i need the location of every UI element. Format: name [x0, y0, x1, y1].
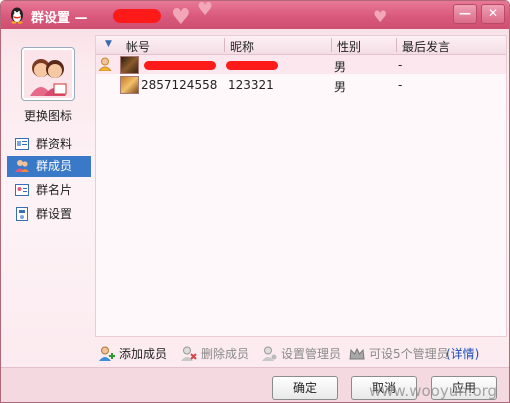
title-bar[interactable]: 群设置 — ♥ ♥ ♥ — ✕: [1, 0, 509, 30]
add-member-label: 添加成员: [119, 347, 168, 361]
members-icon: [15, 160, 29, 172]
details-link[interactable]: (详情): [446, 345, 479, 363]
sidebar-item-group-info[interactable]: 群资料: [7, 134, 91, 155]
remove-user-icon: [181, 346, 197, 361]
column-header-gender[interactable]: 性别: [337, 38, 361, 55]
column-header-nickname[interactable]: 昵称: [230, 38, 254, 55]
qq-penguin-icon: [11, 7, 23, 24]
heart-decoration-icon: ♥: [171, 5, 191, 30]
cell-account: 2857124558: [141, 78, 218, 92]
sidebar-item-group-settings[interactable]: 群设置: [7, 204, 91, 225]
group-avatar-frame[interactable]: [21, 47, 75, 101]
cell-gender: 男: [334, 60, 347, 74]
column-header-last-speak[interactable]: 最后发言: [402, 38, 450, 55]
table-header: ▼ 帐号 昵称 性别 最后发言: [96, 36, 506, 55]
column-divider[interactable]: [331, 38, 332, 52]
admin-user-icon: [262, 346, 277, 361]
add-member-button[interactable]: 添加成员: [99, 345, 171, 363]
column-divider[interactable]: [396, 38, 397, 52]
heart-decoration-icon: ♥: [197, 0, 214, 20]
sidebar-item-label: 群资料: [36, 137, 73, 151]
group-avatar-icon: [24, 50, 72, 98]
account-redaction: [144, 61, 216, 70]
change-icon-link[interactable]: 更换图标: [1, 107, 95, 124]
cell-nickname: 123321: [228, 78, 274, 92]
table-row[interactable]: 2857124558 123321 男 -: [96, 75, 506, 94]
cell-last-speak: -: [398, 78, 403, 92]
sidebar-item-group-card[interactable]: 群名片: [7, 180, 91, 201]
column-divider[interactable]: [224, 38, 225, 52]
title-redaction: [113, 9, 161, 23]
watermark: www.wooyun.org: [369, 382, 498, 400]
settings-icon: [16, 207, 28, 221]
group-settings-window: 群设置 — ♥ ♥ ♥ — ✕ 更换图标 群资料 群成员 群名片 群设置 ▼ 帐…: [0, 0, 510, 403]
add-user-icon: [99, 346, 115, 361]
member-avatar: [120, 76, 139, 94]
cell-last-speak: -: [398, 58, 403, 72]
group-owner-icon: [98, 57, 112, 71]
sort-arrow-icon[interactable]: ▼: [105, 39, 112, 49]
minimize-button[interactable]: —: [453, 4, 477, 24]
column-header-account[interactable]: 帐号: [126, 38, 150, 55]
nickname-redaction: [226, 61, 278, 70]
member-avatar: [120, 56, 139, 74]
set-admin-button[interactable]: 设置管理员: [261, 345, 345, 363]
set-admin-label: 设置管理员: [281, 347, 342, 361]
profile-card-icon: [15, 138, 29, 150]
delete-member-label: 删除成员: [201, 347, 250, 361]
crown-icon: [349, 347, 365, 360]
member-table[interactable]: ▼ 帐号 昵称 性别 最后发言 男 - 2857124558 123321 男 …: [95, 35, 507, 337]
sidebar-item-label: 群设置: [36, 207, 73, 221]
ok-button[interactable]: 确定: [272, 376, 338, 400]
sidebar-item-label: 群成员: [36, 159, 73, 173]
sidebar: 更换图标 群资料 群成员 群名片 群设置: [1, 29, 95, 367]
delete-member-button[interactable]: 删除成员: [181, 345, 253, 363]
sidebar-item-group-members[interactable]: 群成员: [7, 156, 91, 177]
name-card-icon: [15, 184, 29, 196]
admin-limit-label: 可设5个管理员: [369, 347, 449, 361]
heart-decoration-icon: ♥: [373, 7, 388, 26]
table-row[interactable]: 男 -: [96, 55, 506, 74]
close-button[interactable]: ✕: [481, 4, 505, 24]
window-title: 群设置 —: [31, 11, 88, 26]
member-toolbar: 添加成员 删除成员 设置管理员 可设5个管理员 (详情): [95, 343, 505, 365]
sidebar-item-label: 群名片: [36, 183, 73, 197]
admin-limit-info: 可设5个管理员 (详情): [349, 345, 501, 363]
cell-gender: 男: [334, 80, 347, 94]
